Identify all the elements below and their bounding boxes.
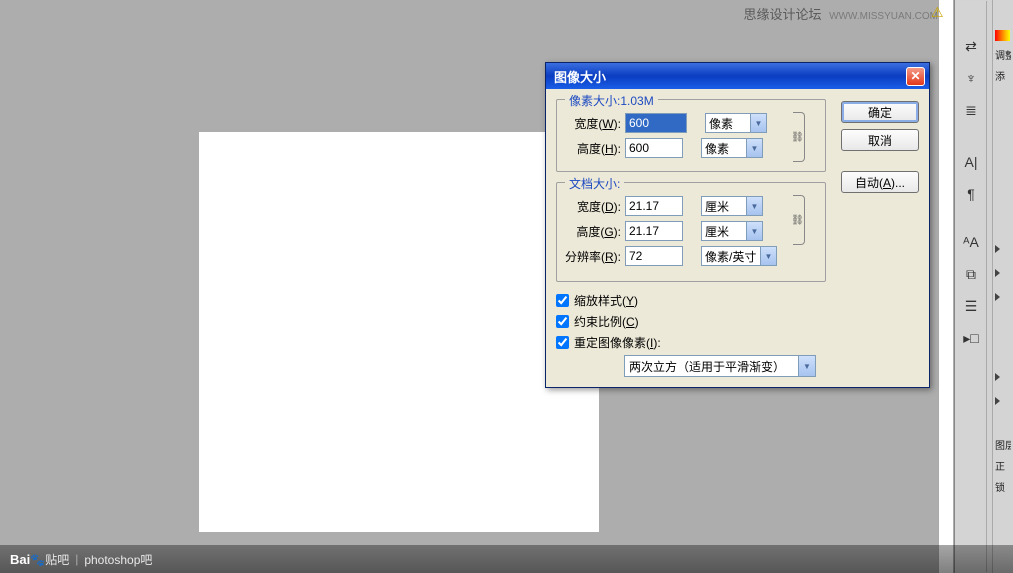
dialog-title: 图像大小 — [550, 67, 906, 86]
chevron-down-icon: ▼ — [760, 247, 776, 265]
scale-styles-checkbox[interactable]: 缩放样式(Y) — [556, 292, 919, 309]
chain-icon: ⛓ — [791, 215, 804, 226]
resample-method-select[interactable]: 两次立方（适用于平滑渐变）▼ — [624, 355, 816, 377]
panel-lock-label[interactable]: 锁 — [995, 479, 1011, 494]
panel-layers-label[interactable]: 图层 — [995, 437, 1011, 452]
doc-width-input[interactable] — [625, 196, 683, 216]
close-button[interactable]: ✕ — [906, 67, 925, 86]
image-size-dialog: 图像大小 ✕ 确定 取消 自动(A)... 像素大小:1.03M 宽度(W): … — [545, 62, 930, 388]
panel-adjust-label[interactable]: 调整 — [995, 47, 1011, 62]
chevron-down-icon: ▼ — [746, 222, 762, 240]
glyphs-icon[interactable]: ᴬA — [957, 227, 985, 257]
styles-icon[interactable]: ≣ — [957, 95, 985, 125]
chevron-down-icon: ▼ — [750, 114, 766, 132]
icon-strip: ⇄ ♆ ≣ A| ¶ ᴬA ⧉ ☰ ▸□ — [955, 1, 987, 572]
separator: | — [75, 552, 78, 566]
resolution-input[interactable] — [625, 246, 683, 266]
expand-triangle-icon[interactable] — [995, 293, 1000, 301]
clone-icon[interactable]: ⧉ — [957, 259, 985, 289]
expand-triangle-icon[interactable] — [995, 373, 1000, 381]
vertical-divider: ⚠ — [938, 0, 953, 573]
expand-triangle-icon[interactable] — [995, 397, 1000, 405]
masks-icon[interactable]: ♆ — [957, 63, 985, 93]
chain-icon: ⛓ — [791, 132, 804, 143]
color-swatch[interactable] — [995, 30, 1010, 41]
doc-width-label: 宽度(D): — [565, 198, 621, 215]
navigator-icon[interactable]: ☰ — [957, 291, 985, 321]
pixel-width-unit-select[interactable]: 像素▼ — [705, 113, 767, 133]
document-size-legend: 文档大小: — [565, 175, 624, 192]
doc-width-unit-select[interactable]: 厘米▼ — [701, 196, 763, 216]
animation-icon[interactable]: ▸□ — [957, 323, 985, 353]
document-canvas[interactable] — [199, 132, 599, 532]
breadcrumb-page[interactable]: photoshop吧 — [84, 551, 152, 568]
cancel-button[interactable]: 取消 — [841, 129, 919, 151]
width-label: 宽度(W): — [565, 115, 621, 132]
pixel-width-input[interactable] — [625, 113, 687, 133]
chevron-down-icon: ▼ — [746, 139, 762, 157]
chevron-down-icon: ▼ — [798, 356, 815, 376]
pixel-height-input[interactable] — [625, 138, 683, 158]
resolution-unit-select[interactable]: 像素/英寸▼ — [701, 246, 777, 266]
resolution-label: 分辨率(R): — [565, 248, 621, 265]
adjustments-icon[interactable]: ⇄ — [957, 31, 985, 61]
link-bracket-icon: ⛓ — [793, 112, 805, 162]
expand-triangle-icon[interactable] — [995, 245, 1000, 253]
watermark: 思缘设计论坛 WWW.MISSYUAN.COM — [743, 4, 938, 23]
chevron-down-icon: ▼ — [746, 197, 762, 215]
baidu-logo[interactable]: Bai🐾贴吧 — [10, 551, 69, 568]
ok-button[interactable]: 确定 — [841, 101, 919, 123]
dialog-titlebar[interactable]: 图像大小 ✕ — [546, 63, 929, 89]
expand-triangle-icon[interactable] — [995, 269, 1000, 277]
height-label: 高度(H): — [565, 140, 621, 157]
doc-height-label: 高度(G): — [565, 223, 621, 240]
doc-height-input[interactable] — [625, 221, 683, 241]
panel-dock: ⇄ ♆ ≣ A| ¶ ᴬA ⧉ ☰ ▸□ 调整 添 图层 正 锁 — [954, 0, 1013, 573]
auto-button[interactable]: 自动(A)... — [841, 171, 919, 193]
document-size-group: 文档大小: 宽度(D): 厘米▼ 高度(G): 厘米▼ 分辨率(R): 像素/英… — [556, 182, 826, 282]
pixel-dimensions-group: 像素大小:1.03M 宽度(W): 像素▼ 高度(H): 像素▼ ⛓ — [556, 99, 826, 172]
link-bracket-icon: ⛓ — [793, 195, 805, 245]
warning-icon: ⚠ — [931, 4, 944, 21]
panel-normal-label[interactable]: 正 — [995, 458, 1011, 473]
constrain-proportions-checkbox[interactable]: 约束比例(C) — [556, 313, 919, 330]
page-footer: Bai🐾贴吧 | photoshop吧 — [0, 545, 1013, 573]
resample-image-checkbox[interactable]: 重定图像像素(I): — [556, 334, 919, 351]
pixel-height-unit-select[interactable]: 像素▼ — [701, 138, 763, 158]
collapsed-panels: 调整 添 图层 正 锁 — [992, 0, 1013, 573]
pixel-dimensions-legend: 像素大小:1.03M — [565, 92, 658, 109]
character-icon[interactable]: A| — [957, 147, 985, 177]
paragraph-icon[interactable]: ¶ — [957, 179, 985, 209]
doc-height-unit-select[interactable]: 厘米▼ — [701, 221, 763, 241]
panel-add-label[interactable]: 添 — [995, 68, 1011, 83]
